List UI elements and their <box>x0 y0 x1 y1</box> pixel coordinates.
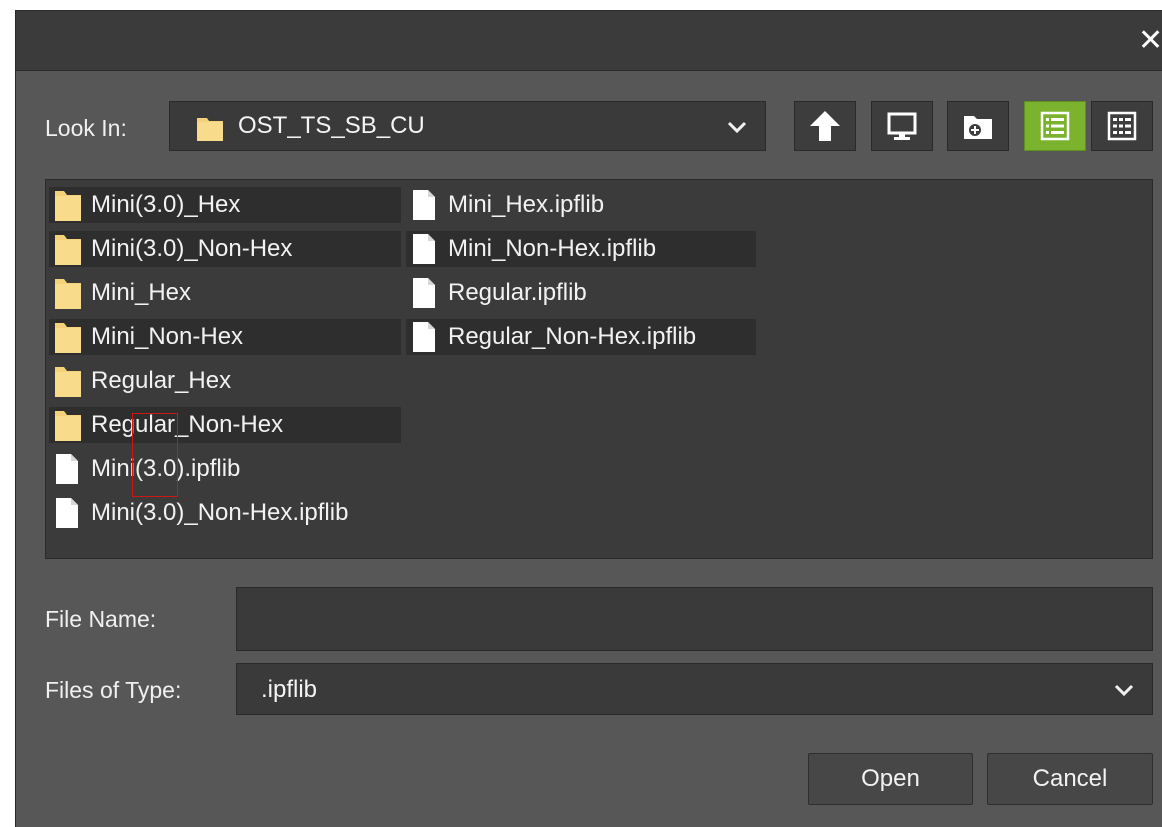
list-view-button[interactable] <box>1024 101 1086 151</box>
desktop-icon <box>887 112 917 140</box>
folder-icon <box>49 409 85 441</box>
cancel-button[interactable]: Cancel <box>987 753 1153 805</box>
file-icon <box>49 453 85 485</box>
list-item-label: Regular_Non-Hex.ipflib <box>448 323 697 350</box>
list-item[interactable]: Regular_Non-Hex.ipflib <box>406 319 756 355</box>
new-folder-button[interactable] <box>947 101 1009 151</box>
folder-icon <box>49 365 85 397</box>
list-item[interactable]: Mini_Non-Hex.ipflib <box>406 231 756 267</box>
file-icon <box>49 497 85 529</box>
list-item-label: Mini_Non-Hex <box>91 323 244 350</box>
chevron-down-icon <box>727 121 747 134</box>
file-name-label: File Name: <box>45 606 157 632</box>
list-item-label: Mini_Hex.ipflib <box>448 191 605 218</box>
list-item-label: Mini(3.0)_Non-Hex <box>91 235 293 262</box>
list-item-label: Regular_Hex <box>91 367 232 394</box>
close-icon[interactable]: ✕ <box>1138 23 1162 59</box>
folder-icon <box>196 114 224 147</box>
list-item[interactable]: Regular.ipflib <box>406 275 756 311</box>
list-view-icon <box>1040 111 1070 141</box>
files-of-type-label: Files of Type: <box>45 677 182 703</box>
file-icon <box>406 321 442 353</box>
new-folder-icon <box>964 116 992 139</box>
files-of-type-value: .ipflib <box>261 676 318 703</box>
file-icon <box>406 189 442 221</box>
file-icon <box>406 277 442 309</box>
list-item-label: Regular.ipflib <box>448 279 587 306</box>
list-item-label: Mini_Hex <box>91 279 192 306</box>
list-item[interactable]: Mini(3.0)_Hex <box>49 187 401 223</box>
list-item[interactable]: Mini_Hex <box>49 275 401 311</box>
look-in-value: OST_TS_SB_CU <box>238 112 425 139</box>
up-one-level-button[interactable] <box>794 101 856 151</box>
list-item[interactable]: Regular_Hex <box>49 363 401 399</box>
title-bar: ✕ <box>16 11 1162 71</box>
files-of-type-dropdown[interactable]: .ipflib <box>236 663 1153 715</box>
folder-icon <box>49 233 85 265</box>
file-icon <box>406 233 442 265</box>
folder-icon <box>49 189 85 221</box>
look-in-dropdown[interactable]: OST_TS_SB_CU <box>169 101 766 151</box>
chevron-down-icon <box>1114 684 1134 697</box>
details-view-icon <box>1107 111 1137 141</box>
list-item-label: Mini(3.0)_Hex <box>91 191 241 218</box>
list-item[interactable]: Mini(3.0)_Non-Hex.ipflib <box>49 495 401 531</box>
list-item-label: Mini(3.0)_Non-Hex.ipflib <box>91 499 349 526</box>
list-item-label: Mini_Non-Hex.ipflib <box>448 235 657 262</box>
file-list[interactable]: Mini(3.0)_Hex Mini(3.0)_Non-Hex Mini_Hex… <box>45 179 1153 559</box>
list-item[interactable]: Mini(3.0)_Non-Hex <box>49 231 401 267</box>
file-open-dialog: ✕ Look In: OST_TS_SB_CU Mini(3.0)_Hex Mi… <box>15 10 1162 827</box>
details-view-button[interactable] <box>1091 101 1153 151</box>
list-item[interactable]: Regular_Non-Hex <box>49 407 401 443</box>
open-button[interactable]: Open <box>808 753 973 805</box>
up-arrow-icon <box>810 111 840 141</box>
list-item[interactable]: Mini_Hex.ipflib <box>406 187 756 223</box>
look-in-label: Look In: <box>45 115 127 141</box>
folder-icon <box>49 321 85 353</box>
list-item-label: Regular_Non-Hex <box>91 411 284 438</box>
folder-icon <box>49 277 85 309</box>
desktop-button[interactable] <box>871 101 933 151</box>
list-item[interactable]: Mini_Non-Hex <box>49 319 401 355</box>
highlight-box <box>132 413 178 497</box>
list-item[interactable]: Mini(3.0).ipflib <box>49 451 401 487</box>
file-name-input[interactable] <box>236 587 1153 651</box>
